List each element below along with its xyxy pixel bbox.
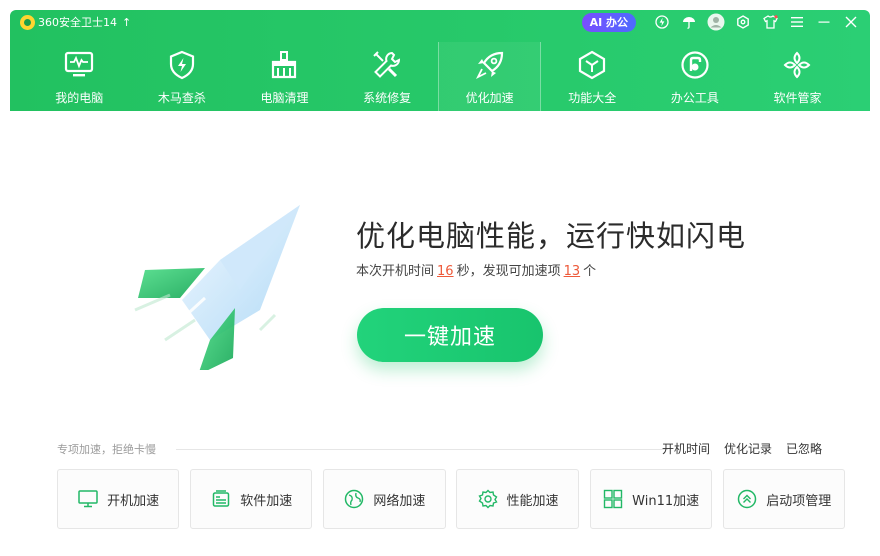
card-boot-speedup[interactable]: 开机加速 xyxy=(57,469,180,529)
boot-time-suffix: 个 xyxy=(583,264,597,279)
nav-item-optimize[interactable]: 优化加速 xyxy=(438,42,541,111)
apps-icon xyxy=(780,48,814,82)
card-label: 软件加速 xyxy=(240,493,293,509)
software-icon xyxy=(210,488,232,510)
section-label: 专项加速，拒绝卡慢 xyxy=(57,443,156,456)
ignored-link[interactable]: 已忽略 xyxy=(786,440,822,457)
cube-icon xyxy=(575,48,609,82)
app-title: 360安全卫士14 xyxy=(38,16,117,29)
umbrella-icon[interactable] xyxy=(678,11,700,33)
nav-item-software-manager[interactable]: 软件管家 xyxy=(746,42,849,111)
card-label: 网络加速 xyxy=(373,493,426,509)
lightning-icon[interactable] xyxy=(651,11,673,33)
titlebar: 360安全卫士14 ↑ AI 办公 xyxy=(10,10,870,34)
windows-icon xyxy=(602,488,624,510)
nav-item-all-features[interactable]: 功能大全 xyxy=(541,42,644,111)
section-divider xyxy=(176,449,668,450)
nav-label: 功能大全 xyxy=(568,91,617,105)
boot-time-prefix: 本次开机时间 xyxy=(356,264,435,279)
app-logo[interactable]: 360安全卫士14 ↑ xyxy=(20,13,131,31)
globe-icon xyxy=(343,488,365,510)
broom-icon xyxy=(267,48,301,82)
boot-time-link[interactable]: 开机时间 xyxy=(662,440,710,457)
main-nav: 我的电脑 木马查杀 电脑清理 系统修复 优化加速 功能大全 办公工具 软件管家 xyxy=(28,42,870,111)
nav-label: 系统修复 xyxy=(363,91,412,105)
nav-item-system-repair[interactable]: 系统修复 xyxy=(336,42,439,111)
ai-office-button[interactable]: AI 办公 xyxy=(581,12,636,32)
hero-subtitle: 本次开机时间 16 秒，发现可加速项 13 个 xyxy=(356,260,596,279)
titlebar-controls: AI 办公 xyxy=(581,10,862,34)
nav-item-my-computer[interactable]: 我的电脑 xyxy=(28,42,131,111)
menu-icon[interactable] xyxy=(786,11,808,33)
nav-label: 优化加速 xyxy=(465,91,514,105)
speedup-cards: 开机加速 软件加速 网络加速 性能加速 Win11加速 启动项管理 xyxy=(57,469,845,529)
user-avatar-icon[interactable] xyxy=(705,11,727,33)
nav-label: 我的电脑 xyxy=(55,91,104,105)
wrench-icon xyxy=(370,48,404,82)
nav-label: 办公工具 xyxy=(670,91,719,105)
accelerable-count-link[interactable]: 13 xyxy=(564,264,581,279)
card-label: Win11加速 xyxy=(632,493,700,509)
rocket-icon xyxy=(473,48,507,82)
nav-item-office-tools[interactable]: 办公工具 xyxy=(644,42,747,111)
nav-item-pc-cleanup[interactable]: 电脑清理 xyxy=(233,42,336,111)
card-label: 开机加速 xyxy=(107,493,160,509)
card-win11-speedup[interactable]: Win11加速 xyxy=(589,469,712,529)
nav-label: 电脑清理 xyxy=(260,91,309,105)
skin-icon[interactable] xyxy=(759,11,781,33)
nav-label: 软件管家 xyxy=(773,91,822,105)
nav-item-trojan-scan[interactable]: 木马查杀 xyxy=(131,42,234,111)
office-icon xyxy=(678,48,712,82)
hero-title: 优化电脑性能，运行快如闪电 xyxy=(356,219,747,253)
gear-icon xyxy=(477,488,499,510)
card-network-speedup[interactable]: 网络加速 xyxy=(323,469,446,529)
shield-lightning-icon xyxy=(165,48,199,82)
rocket-illustration xyxy=(134,205,300,370)
one-click-speedup-button[interactable]: 一键加速 xyxy=(357,308,543,362)
close-icon[interactable] xyxy=(840,11,862,33)
chevrons-up-icon xyxy=(736,488,758,510)
card-label: 性能加速 xyxy=(506,493,559,509)
card-label: 启动项管理 xyxy=(766,493,832,509)
monitor-icon xyxy=(77,488,99,510)
monitor-icon xyxy=(62,48,96,82)
minimize-icon[interactable] xyxy=(813,11,835,33)
optimize-history-link[interactable]: 优化记录 xyxy=(724,440,772,457)
section-links: 开机时间 优化记录 已忽略 xyxy=(662,440,822,457)
card-performance-speedup[interactable]: 性能加速 xyxy=(456,469,579,529)
card-startup-manager[interactable]: 启动项管理 xyxy=(722,469,845,529)
boot-seconds-link[interactable]: 16 xyxy=(437,264,454,279)
nav-label: 木马查杀 xyxy=(157,91,206,105)
logo-icon xyxy=(20,14,35,30)
header: 360安全卫士14 ↑ AI 办公 我的电脑 木马查杀 电脑清理 系统修复 优化… xyxy=(10,10,870,111)
settings-icon[interactable] xyxy=(732,11,754,33)
main-window: 360安全卫士14 ↑ AI 办公 我的电脑 木马查杀 电脑清理 系统修复 优化… xyxy=(10,10,870,556)
upgrade-arrow-icon[interactable]: ↑ xyxy=(122,16,131,29)
card-software-speedup[interactable]: 软件加速 xyxy=(190,469,313,529)
boot-time-mid: 秒，发现可加速项 xyxy=(456,264,561,279)
